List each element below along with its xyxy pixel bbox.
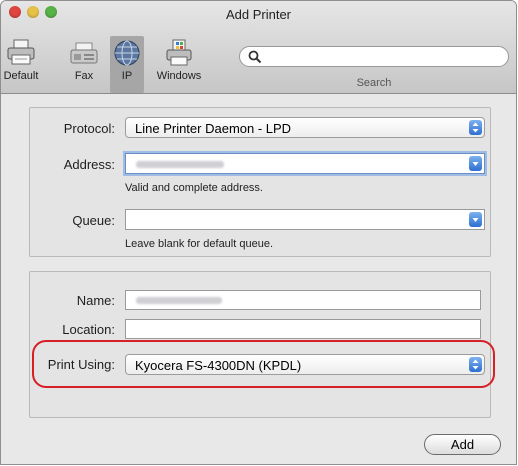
redacted-address — [136, 161, 224, 168]
queue-field[interactable] — [125, 209, 485, 230]
search-icon — [248, 50, 262, 64]
up-down-arrows-icon — [469, 120, 482, 135]
tool-ip[interactable]: IP — [110, 36, 144, 93]
fax-icon — [69, 39, 99, 67]
tool-default[interactable]: Default — [3, 39, 39, 82]
queue-label: Queue: — [72, 213, 115, 228]
location-field[interactable] — [125, 319, 481, 339]
queue-hint: Leave blank for default queue. — [125, 238, 274, 250]
globe-icon — [112, 39, 142, 67]
callout-highlight — [32, 340, 495, 388]
window-title: Add Printer — [225, 7, 292, 22]
tool-fax[interactable]: Fax — [67, 39, 101, 82]
address-field[interactable] — [125, 153, 485, 174]
name-field[interactable] — [125, 290, 481, 310]
search-field[interactable] — [239, 46, 509, 67]
windows-printer-icon — [164, 39, 194, 67]
protocol-popup[interactable]: Line Printer Daemon - LPD — [125, 117, 485, 138]
toolbar: Add Printer Default Fax IP Windows Searc… — [1, 1, 516, 94]
search-label: Search — [356, 77, 392, 89]
tool-windows-label: Windows — [156, 70, 202, 82]
add-printer-window: Add Printer Default Fax IP Windows Searc… — [0, 0, 517, 465]
add-button[interactable]: Add — [424, 434, 501, 455]
tool-fax-label: Fax — [74, 70, 94, 82]
tool-ip-label: IP — [121, 70, 133, 82]
redacted-name — [136, 297, 222, 304]
address-hint: Valid and complete address. — [125, 182, 263, 194]
tool-default-label: Default — [3, 70, 39, 82]
address-label: Address: — [63, 157, 115, 172]
chevron-down-icon[interactable] — [469, 156, 482, 171]
chevron-down-icon[interactable] — [469, 212, 482, 227]
tool-windows[interactable]: Windows — [151, 39, 207, 82]
location-label: Location: — [62, 322, 115, 337]
default-printer-icon — [6, 39, 36, 67]
protocol-label: Protocol: — [63, 121, 115, 136]
protocol-value: Line Printer Daemon - LPD — [135, 121, 292, 136]
name-label: Name: — [76, 293, 115, 308]
